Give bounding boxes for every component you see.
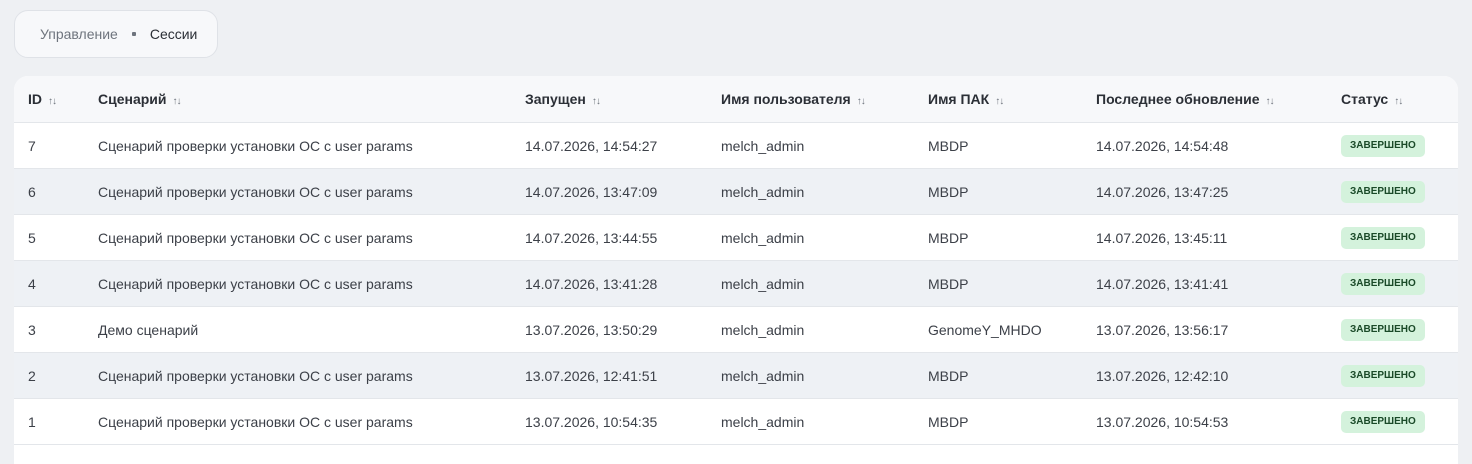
cell-id: 3 — [14, 306, 84, 353]
cell-updated: 14.07.2026, 13:45:11 — [1082, 214, 1327, 261]
cell-status: ЗАВЕРШЕНО — [1327, 398, 1458, 445]
cell-id: 6 — [14, 168, 84, 215]
cell-status: ЗАВЕРШЕНО — [1327, 260, 1458, 307]
sessions-table-card: ID ↑↓ Сценарий ↑↓ Запущен ↑↓ Имя пользователя ↑… — [14, 76, 1458, 464]
cell-scenario: Сценарий проверки установки ОС с user pa… — [84, 168, 511, 215]
cell-started: 13.07.2026, 12:41:51 — [511, 352, 707, 399]
cell-started: 13.07.2026, 13:50:29 — [511, 306, 707, 353]
breadcrumb-item-sessions: Сессии — [149, 26, 198, 42]
cell-pak: MBDP — [914, 122, 1082, 169]
table-row[interactable]: 3 Демо сценарий 13.07.2026, 13:50:29 melch_… — [14, 306, 1458, 353]
cell-user: melch_admin — [707, 168, 914, 215]
column-header-id[interactable]: ID ↑↓ — [14, 76, 84, 123]
status-badge: ЗАВЕРШЕНО — [1341, 272, 1425, 295]
cell-started: 14.07.2026, 14:54:27 — [511, 122, 707, 169]
cell-user: melch_admin — [707, 306, 914, 353]
cell-pak: MBDP — [914, 260, 1082, 307]
table-header-row: ID ↑↓ Сценарий ↑↓ Запущен ↑↓ Имя пользователя ↑… — [14, 76, 1458, 123]
cell-status: ЗАВЕРШЕНО — [1327, 214, 1458, 261]
cell-pak: MBDP — [914, 352, 1082, 399]
cell-status: ЗАВЕРШЕНО — [1327, 352, 1458, 399]
sort-arrows-icon[interactable]: ↑↓ — [995, 96, 1004, 107]
column-header-label: Запущен — [525, 91, 586, 107]
column-header-status[interactable]: Статус ↑↓ — [1327, 76, 1458, 123]
status-badge: ЗАВЕРШЕНО — [1341, 226, 1425, 249]
cell-scenario: Сценарий проверки установки ОС с user pa… — [84, 260, 511, 307]
table-row[interactable]: 2 Сценарий проверки установки ОС с user p… — [14, 352, 1458, 399]
cell-pak: MBDP — [914, 214, 1082, 261]
column-header-label: Имя ПАК — [928, 91, 990, 107]
cell-updated: 13.07.2026, 10:54:53 — [1082, 398, 1327, 445]
cell-id: 7 — [14, 122, 84, 169]
table-row[interactable]: 1 Сценарий проверки установки ОС с user p… — [14, 398, 1458, 445]
cell-status: ЗАВЕРШЕНО — [1327, 306, 1458, 353]
cell-scenario: Сценарий проверки установки ОС с user pa… — [84, 122, 511, 169]
cell-pak: MBDP — [914, 168, 1082, 215]
column-header-label: Последнее обновление — [1096, 91, 1260, 107]
cell-scenario: Сценарий проверки установки ОС с user pa… — [84, 398, 511, 445]
cell-status: ЗАВЕРШЕНО — [1327, 168, 1458, 215]
sort-arrows-icon[interactable]: ↑↓ — [1394, 96, 1403, 107]
status-badge: ЗАВЕРШЕНО — [1341, 134, 1425, 157]
sort-arrows-icon[interactable]: ↑↓ — [592, 96, 601, 107]
cell-id: 5 — [14, 214, 84, 261]
cell-status: ЗАВЕРШЕНО — [1327, 122, 1458, 169]
cell-scenario: Сценарий проверки установки ОС с user pa… — [84, 352, 511, 399]
cell-started: 14.07.2026, 13:47:09 — [511, 168, 707, 215]
cell-user: melch_admin — [707, 214, 914, 261]
sort-arrows-icon[interactable]: ↑↓ — [173, 96, 182, 107]
cell-id: 2 — [14, 352, 84, 399]
cell-scenario: Демо сценарий — [84, 306, 511, 353]
cell-pak: GenomeY_MHDO — [914, 306, 1082, 353]
table-body: 7 Сценарий проверки установки ОС с user p… — [14, 122, 1458, 445]
column-header-scenario[interactable]: Сценарий ↑↓ — [84, 76, 511, 123]
cell-updated: 14.07.2026, 13:41:41 — [1082, 260, 1327, 307]
column-header-label: ID — [28, 91, 42, 107]
breadcrumb-item-management[interactable]: Управление — [40, 26, 118, 42]
cell-updated: 14.07.2026, 14:54:48 — [1082, 122, 1327, 169]
cell-user: melch_admin — [707, 398, 914, 445]
cell-user: melch_admin — [707, 260, 914, 307]
cell-id: 4 — [14, 260, 84, 307]
table-row[interactable]: 6 Сценарий проверки установки ОС с user p… — [14, 168, 1458, 215]
cell-started: 14.07.2026, 13:44:55 — [511, 214, 707, 261]
column-header-label: Сценарий — [98, 91, 167, 107]
breadcrumb: Управление Сессии — [14, 10, 219, 58]
cell-scenario: Сценарий проверки установки ОС с user pa… — [84, 214, 511, 261]
column-header-pak[interactable]: Имя ПАК ↑↓ — [914, 76, 1082, 123]
cell-updated: 13.07.2026, 13:56:17 — [1082, 306, 1327, 353]
cell-started: 14.07.2026, 13:41:28 — [511, 260, 707, 307]
sort-arrows-icon[interactable]: ↑↓ — [857, 96, 866, 107]
cell-user: melch_admin — [707, 122, 914, 169]
column-header-started[interactable]: Запущен ↑↓ — [511, 76, 707, 123]
status-badge: ЗАВЕРШЕНО — [1341, 364, 1425, 387]
status-badge: ЗАВЕРШЕНО — [1341, 410, 1425, 433]
cell-updated: 14.07.2026, 13:47:25 — [1082, 168, 1327, 215]
sort-arrows-icon[interactable]: ↑↓ — [48, 96, 57, 107]
sort-arrows-icon[interactable]: ↑↓ — [1266, 96, 1275, 107]
cell-started: 13.07.2026, 10:54:35 — [511, 398, 707, 445]
table-row[interactable]: 7 Сценарий проверки установки ОС с user p… — [14, 122, 1458, 169]
cell-updated: 13.07.2026, 12:42:10 — [1082, 352, 1327, 399]
column-header-label: Имя пользователя — [721, 91, 851, 107]
status-badge: ЗАВЕРШЕНО — [1341, 180, 1425, 203]
cell-pak: MBDP — [914, 398, 1082, 445]
cell-id: 1 — [14, 398, 84, 445]
column-header-updated[interactable]: Последнее обновление ↑↓ — [1082, 76, 1327, 123]
table-row[interactable]: 5 Сценарий проверки установки ОС с user p… — [14, 214, 1458, 261]
breadcrumb-separator — [131, 32, 136, 36]
cell-user: melch_admin — [707, 352, 914, 399]
status-badge: ЗАВЕРШЕНО — [1341, 318, 1425, 341]
sessions-table: ID ↑↓ Сценарий ↑↓ Запущен ↑↓ Имя пользователя ↑… — [14, 76, 1458, 445]
column-header-label: Статус — [1341, 91, 1389, 107]
column-header-user[interactable]: Имя пользователя ↑↓ — [707, 76, 914, 123]
table-row[interactable]: 4 Сценарий проверки установки ОС с user p… — [14, 260, 1458, 307]
